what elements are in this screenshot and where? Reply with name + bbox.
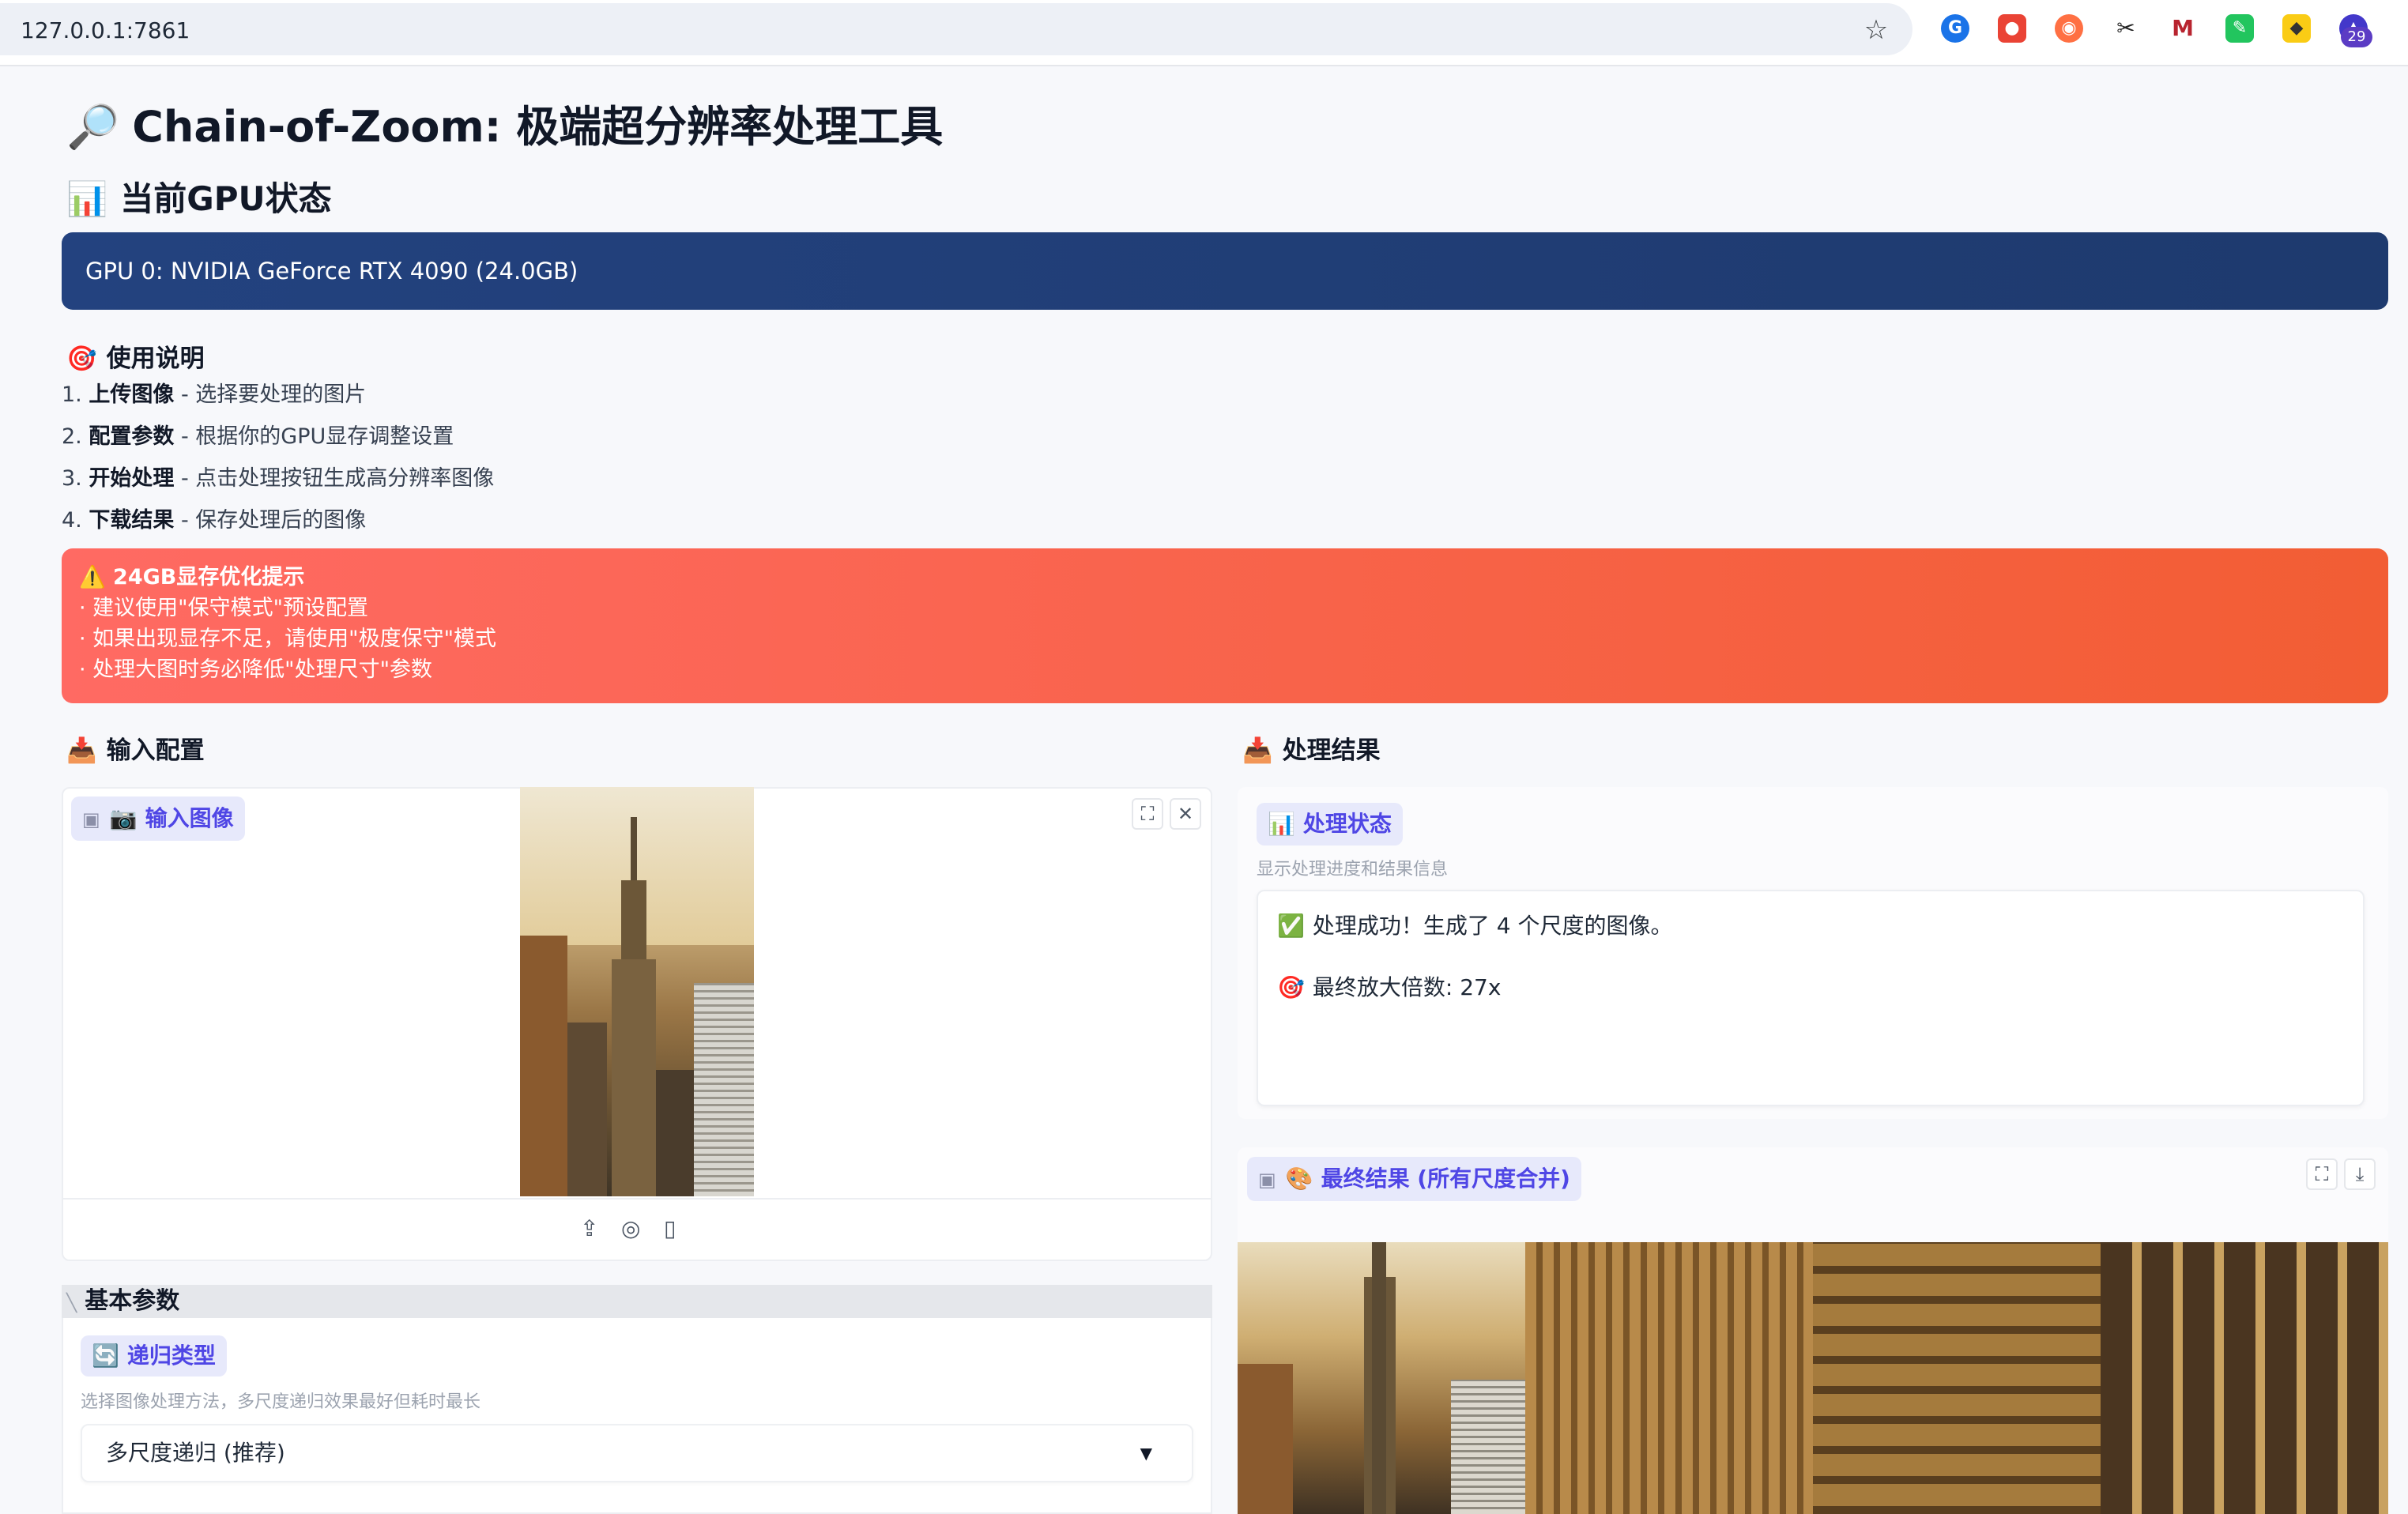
list-item: 1. 上传图像 - 选择要处理的图片 [62,382,367,407]
extension-m-icon[interactable]: M [2169,14,2197,43]
status-success-line: ✅ 处理成功！生成了 4 个尺度的图像。 [1277,913,1673,939]
recursion-type-value: 多尺度递归 (推荐) [106,1440,285,1466]
address-bar[interactable]: 127.0.0.1:7861 ☆ [0,3,1912,55]
page-title: 🔎 Chain-of-Zoom: 极端超分辨率处理工具 [66,92,943,154]
status-hint: 显示处理进度和结果信息 [1257,860,1449,879]
final-result-label: ▣ 🎨 最终结果 (所有尺度合并) [1247,1157,1581,1201]
warning-line: · 建议使用"保守模式"预设配置 [79,596,369,620]
extension-g-icon[interactable]: G [1941,14,1969,43]
recursion-type-label: 🔄 递归类型 [81,1335,227,1377]
check-icon: ✅ [1277,913,1305,939]
gpu-heading-text: 当前GPU状态 [120,179,332,218]
warning-line: · 如果出现显存不足，请使用"极度保守"模式 [79,627,497,651]
image-icon: ▣ [82,808,100,830]
webcam-icon[interactable]: ◎ [621,1215,640,1241]
fullscreen-button[interactable]: ⛶ [1132,798,1163,830]
page-title-text: Chain-of-Zoom: 极端超分辨率处理工具 [132,102,944,152]
list-item: 4. 下载结果 - 保存处理后的图像 [62,508,367,533]
palette-icon: 🎨 [1285,1166,1313,1192]
input-section-heading: 📥 输入配置 [66,730,205,766]
instructions-heading: 🎯 使用说明 [66,338,205,374]
chevron-down-icon: ▼ [1140,1444,1152,1463]
url-text: 127.0.0.1:7861 [21,17,190,43]
input-image-preview [520,787,754,1196]
image-icon: ▣ [1258,1169,1276,1191]
scissors-icon[interactable]: ✂ [2112,14,2140,43]
output-section-heading: 📥 处理结果 [1242,730,1381,766]
status-textbox: ✅ 处理成功！生成了 4 个尺度的图像。 🎯 最终放大倍数: 27x [1257,890,2365,1106]
list-item: 2. 配置参数 - 根据你的GPU显存调整设置 [62,424,454,449]
extension-yellow-icon[interactable]: ◆ [2282,14,2311,43]
instructions-list: 1. 上传图像 - 选择要处理的图片 2. 配置参数 - 根据你的GPU显存调整… [62,381,494,548]
extension-red-icon[interactable]: ● [1998,14,2026,43]
status-label: 📊 处理状态 [1257,803,1403,846]
gpu-heading: 📊 当前GPU状态 [66,172,332,220]
bookmark-star-icon[interactable]: ☆ [1860,14,1892,46]
extension-chat-icon[interactable]: ✎ [2225,14,2254,43]
recursion-type-hint: 选择图像处理方法，多尺度递归效果最好但耗时最长 [81,1392,481,1412]
clipboard-icon[interactable]: ▯ [664,1215,676,1241]
inbox-icon: 📥 [66,736,97,765]
gpu-status-box: GPU 0: NVIDIA GeForce RTX 4090 (24.0GB) [62,232,2388,310]
refresh-icon: 🔄 [92,1343,119,1369]
basic-params-title: 基本参数 [85,1287,180,1315]
bar-chart-icon: 📊 [1268,811,1295,837]
warning-line: · 处理大图时务必降低"处理尺寸"参数 [79,657,433,682]
recursion-type-select[interactable]: 多尺度递归 (推荐) ▼ [81,1424,1193,1482]
basic-params-accordion[interactable]: ╲ 基本参数 [62,1285,1212,1318]
target-icon: 🎯 [66,345,97,373]
inbox-icon: 📥 [1242,736,1273,765]
clear-image-button[interactable]: ✕ [1170,798,1201,830]
target-icon: 🎯 [1277,974,1305,1000]
gpu-info-text: GPU 0: NVIDIA GeForce RTX 4090 (24.0GB) [85,258,578,284]
input-heading-text: 输入配置 [106,736,205,765]
wrench-icon: ╲ [66,1294,77,1313]
browser-toolbar: 127.0.0.1:7861 ☆ G ● ◉ ✂ M ✎ ◆ ▲ 29 [0,0,2408,66]
input-image-label: ▣ 📷 输入图像 [71,797,245,841]
warning-icon: ⚠️ [79,565,106,589]
warning-title: ⚠️ 24GB显存优化提示 [79,565,305,589]
vram-warning-box: ⚠️ 24GB显存优化提示 · 建议使用"保守模式"预设配置 · 如果出现显存不… [62,548,2388,703]
fullscreen-button[interactable]: ⛶ [2306,1158,2338,1190]
extension-count-badge: 29 [2341,27,2372,47]
status-scale-line: 🎯 最终放大倍数: 27x [1277,974,1502,1000]
basic-params-panel [62,1318,1212,1514]
extension-orange-icon[interactable]: ◉ [2055,14,2083,43]
upload-icon[interactable]: ⇪ [580,1215,598,1241]
download-button[interactable]: ⤓ [2344,1158,2376,1190]
final-result-image [1238,1242,2388,1514]
instructions-heading-text: 使用说明 [106,345,205,373]
magnifier-icon: 🔎 [66,102,120,152]
camera-icon: 📷 [109,805,138,831]
output-heading-text: 处理结果 [1282,736,1381,765]
bar-chart-icon: 📊 [66,179,108,218]
list-item: 3. 开始处理 - 点击处理按钮生成高分辨率图像 [62,466,495,491]
divider [63,1198,1211,1200]
